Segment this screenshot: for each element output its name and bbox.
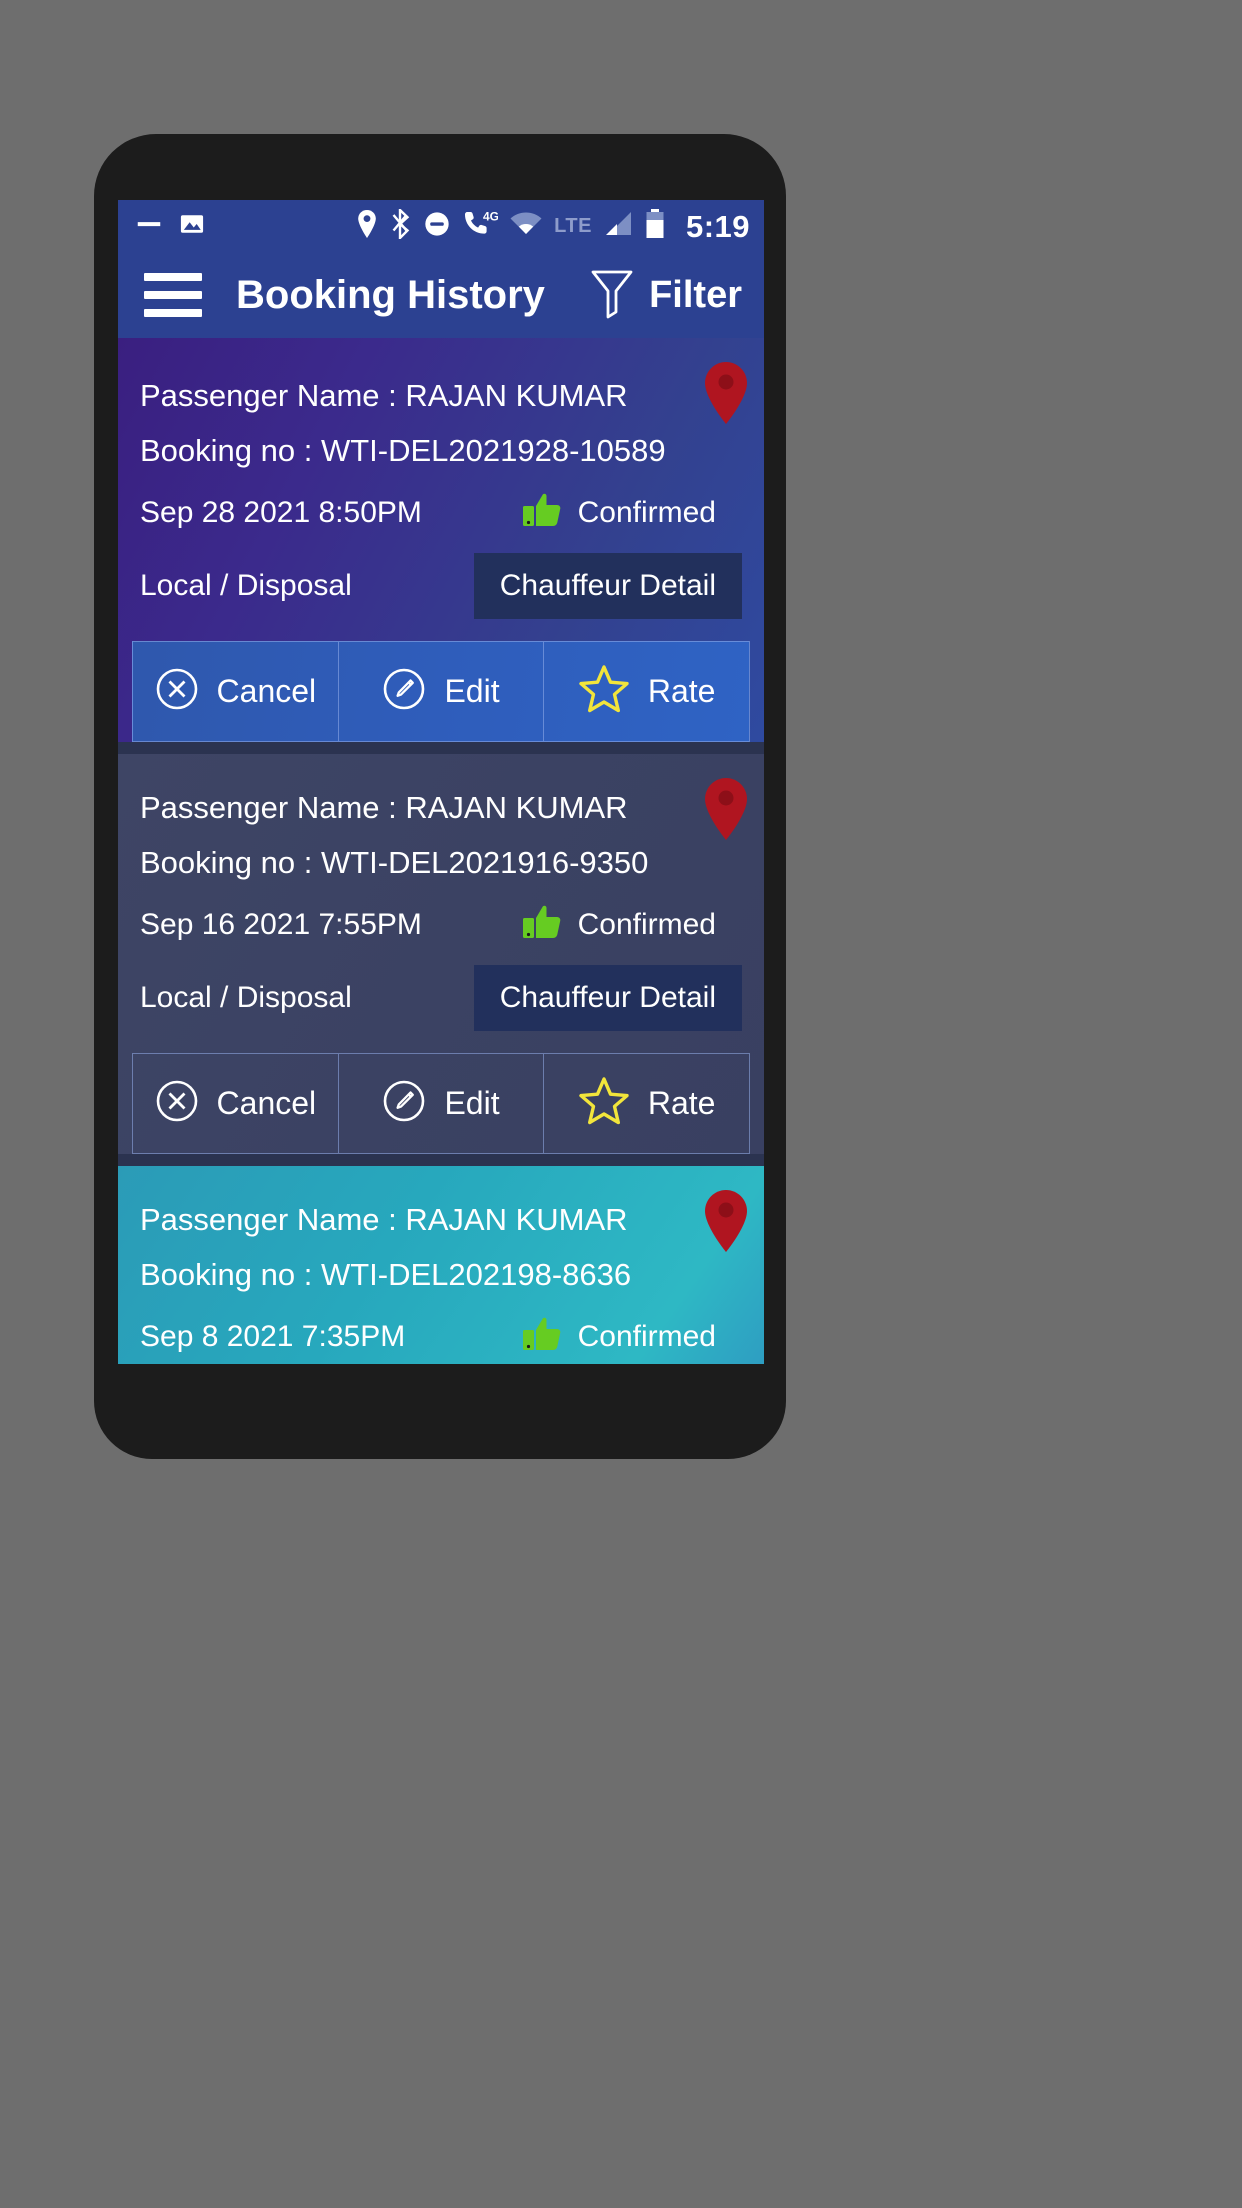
status-badge: Confirmed [522,492,742,533]
edit-label: Edit [444,673,500,709]
booking-card-body: Passenger Name : RAJAN KUMAR Booking no … [118,1166,764,1364]
status-label: Confirmed [577,907,716,941]
wifi-icon [509,211,543,242]
filter-label: Filter [649,273,742,316]
lte-label: LTE [554,214,592,237]
hamburger-bar [144,273,202,281]
map-pin-icon[interactable] [700,360,752,426]
rate-star-icon [578,664,630,719]
rate-button[interactable]: Rate [544,642,749,741]
booking-card[interactable]: Passenger Name : RAJAN KUMAR Booking no … [118,1166,764,1364]
hamburger-bar [144,309,202,317]
status-bar-left-icons [134,209,206,244]
status-bar: 4G LTE 5:19 [118,200,764,252]
booking-meta-row: Sep 8 2021 7:35PM Confirmed [140,1302,742,1364]
trip-type-label: Local / Disposal [140,569,352,602]
booking-datetime: Sep 16 2021 7:55PM [140,907,422,941]
card-separator [118,1154,764,1166]
filter-button[interactable]: Filter [589,267,742,324]
minimize-icon [134,209,164,244]
status-badge: Confirmed [522,1316,742,1357]
booking-datetime: Sep 8 2021 7:35PM [140,1319,406,1353]
passenger-name: Passenger Name : RAJAN KUMAR [140,1202,628,1237]
trip-type-row: Local / Disposal Chauffeur Detail [140,955,742,1053]
hamburger-bar [144,291,202,299]
booking-number: Booking no : WTI-DEL202198-8636 [140,1257,632,1292]
booking-card-body: Passenger Name : RAJAN KUMAR Booking no … [118,754,764,1053]
rate-star-icon [578,1076,630,1131]
booking-actions: Cancel Edit Rate [132,1053,750,1154]
chauffeur-detail-button[interactable]: Chauffeur Detail [473,553,742,619]
booking-card-body: Passenger Name : RAJAN KUMAR Booking no … [118,338,764,641]
bluetooth-icon [390,206,412,244]
image-icon [178,210,206,243]
passenger-name: Passenger Name : RAJAN KUMAR [140,790,628,825]
call-4g-icon: 4G [462,209,499,244]
edit-button[interactable]: Edit [339,1054,545,1153]
phone-screen: 4G LTE 5:19 Booking History Filter Passe… [118,200,764,1364]
status-bar-right-icons: 4G LTE 5:19 [355,206,750,245]
booking-card[interactable]: Passenger Name : RAJAN KUMAR Booking no … [118,754,764,1154]
cancel-button[interactable]: Cancel [133,1054,339,1153]
rate-label: Rate [647,1085,716,1121]
booking-number: Booking no : WTI-DEL2021916-9350 [140,845,649,880]
thumbs-up-icon [522,492,562,533]
status-label: Confirmed [577,1319,716,1353]
booking-card[interactable]: Passenger Name : RAJAN KUMAR Booking no … [118,338,764,742]
status-badge: Confirmed [522,904,742,945]
cancel-circle-x-icon [155,1079,199,1128]
map-pin-icon[interactable] [700,776,752,842]
map-pin-icon[interactable] [700,1188,752,1254]
edit-label: Edit [444,1085,500,1121]
svg-text:4G: 4G [483,209,498,223]
card-separator [118,742,764,754]
cancel-label: Cancel [216,673,317,709]
edit-button[interactable]: Edit [339,642,545,741]
booking-history-list[interactable]: Passenger Name : RAJAN KUMAR Booking no … [118,338,764,1364]
passenger-name: Passenger Name : RAJAN KUMAR [140,378,628,413]
clock-time: 5:19 [685,208,750,244]
signal-bars-icon [603,210,633,243]
edit-pencil-icon [382,1079,426,1128]
booking-meta-row: Sep 28 2021 8:50PM Confirmed [140,478,742,543]
booking-number: Booking no : WTI-DEL2021928-10589 [140,433,666,468]
booking-actions: Cancel Edit Rate [132,641,750,742]
page-title: Booking History [236,272,545,317]
do-not-disturb-icon [423,210,451,243]
rate-label: Rate [647,673,716,709]
hamburger-menu-icon[interactable] [144,273,202,317]
trip-type-row: Local / Disposal Chauffeur Detail [140,543,742,641]
status-label: Confirmed [577,495,716,529]
thumbs-up-icon [522,1316,562,1357]
chauffeur-detail-button[interactable]: Chauffeur Detail [473,965,742,1031]
booking-meta-row: Sep 16 2021 7:55PM Confirmed [140,890,742,955]
app-bar: Booking History Filter [118,252,764,338]
cancel-circle-x-icon [155,667,199,716]
screenshot-stage: 4G LTE 5:19 Booking History Filter Passe… [0,0,1242,2208]
trip-type-label: Local / Disposal [140,981,352,1014]
rate-button[interactable]: Rate [544,1054,749,1153]
battery-icon [644,208,666,245]
funnel-filter-icon [589,267,635,324]
location-pin-icon [355,209,379,244]
booking-datetime: Sep 28 2021 8:50PM [140,495,422,529]
thumbs-up-icon [522,904,562,945]
cancel-button[interactable]: Cancel [133,642,339,741]
cancel-label: Cancel [216,1085,317,1121]
edit-pencil-icon [382,667,426,716]
